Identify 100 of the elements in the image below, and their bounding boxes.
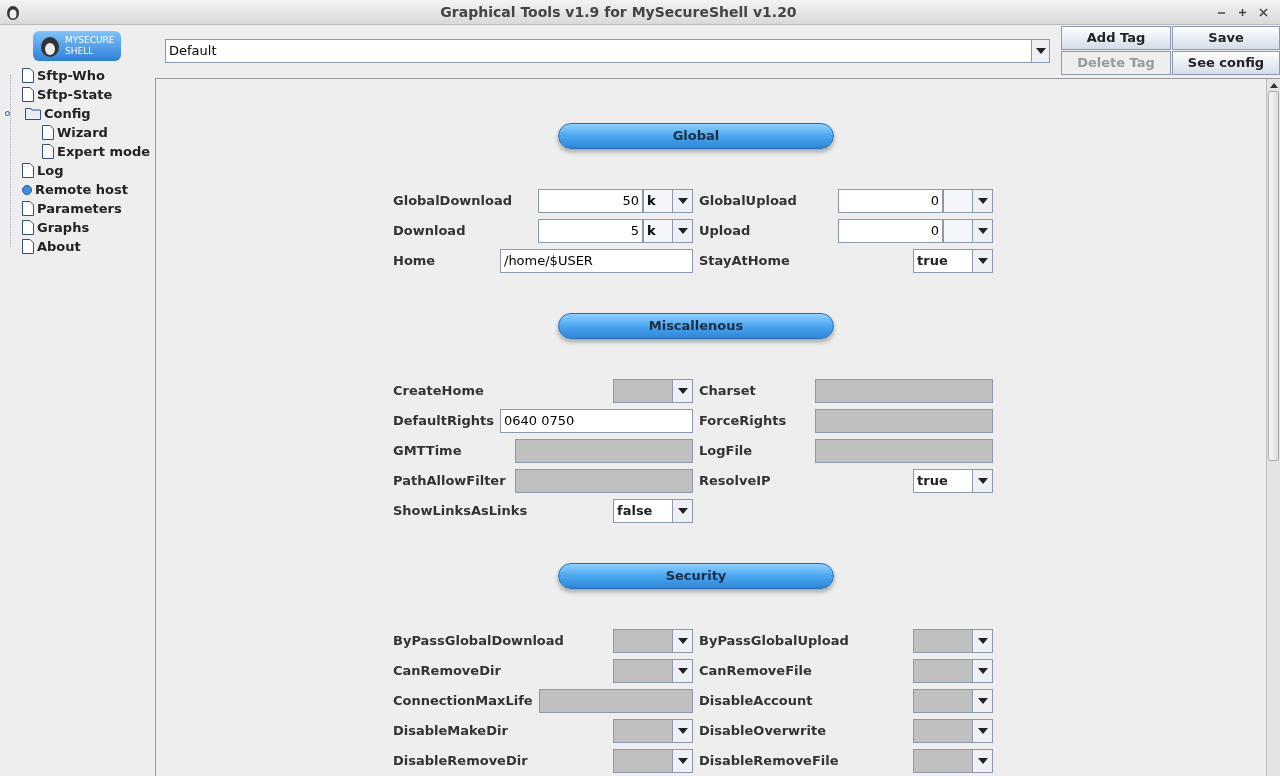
dropdown[interactable] xyxy=(613,629,693,653)
document-icon xyxy=(22,68,34,83)
caret-icon xyxy=(677,198,688,204)
field-label: GMTTime xyxy=(393,442,462,461)
field-label: ForceRights xyxy=(699,412,787,431)
caret-icon xyxy=(977,758,988,764)
field-label: PathAllowFilter xyxy=(393,472,506,491)
field-label: Home xyxy=(393,252,436,271)
caret-icon xyxy=(977,698,988,704)
document-icon xyxy=(42,125,54,140)
caret-icon xyxy=(977,478,988,484)
text-field[interactable] xyxy=(538,689,693,713)
text-field[interactable]: /home/$USER xyxy=(500,249,693,273)
text-field[interactable]: 0640 0750 xyxy=(500,409,693,433)
field-label: CanRemoveFile xyxy=(699,662,812,681)
caret-icon xyxy=(677,668,688,674)
tree-item[interactable]: Parameters xyxy=(37,198,122,219)
text-field[interactable] xyxy=(815,409,993,433)
caret-icon xyxy=(677,638,688,644)
unit-dropdown[interactable]: k xyxy=(643,219,693,243)
tree-item[interactable]: About xyxy=(37,236,81,257)
document-icon xyxy=(22,201,34,216)
field-label: ByPassGlobalUpload xyxy=(699,632,849,651)
unit-dropdown[interactable] xyxy=(943,219,993,243)
section-header: Global xyxy=(558,123,834,149)
caret-icon xyxy=(677,388,688,394)
tree-item[interactable]: Wizard xyxy=(57,122,108,143)
dropdown[interactable] xyxy=(613,719,693,743)
text-field[interactable] xyxy=(515,439,693,463)
number-field[interactable]: 50 xyxy=(538,189,643,213)
field-label: DisableRemoveDir xyxy=(393,752,528,771)
window-title: Graphical Tools v1.9 for MySecureShell v1.20 xyxy=(439,2,798,22)
field-label: DisableOverwrite xyxy=(699,722,826,741)
field-label: DefaultRights xyxy=(393,412,494,431)
expand-handle-icon[interactable] xyxy=(5,111,10,116)
text-field[interactable] xyxy=(515,469,693,493)
dropdown[interactable] xyxy=(913,689,993,713)
toolbar-button[interactable]: Add Tag xyxy=(1061,26,1171,50)
caret-icon xyxy=(1035,48,1046,54)
dropdown[interactable] xyxy=(913,749,993,773)
folder-icon xyxy=(25,107,41,120)
document-icon xyxy=(22,220,34,235)
field-label: DisableMakeDir xyxy=(393,722,508,741)
text-field[interactable] xyxy=(815,439,993,463)
caret-icon xyxy=(977,638,988,644)
dropdown[interactable]: false xyxy=(613,499,693,523)
toolbar-button[interactable]: Save xyxy=(1172,26,1280,50)
dropdown[interactable] xyxy=(913,659,993,683)
field-label: LogFile xyxy=(699,442,753,461)
dropdown[interactable] xyxy=(913,629,993,653)
field-label: DisableAccount xyxy=(699,692,813,711)
maximize-icon[interactable] xyxy=(1238,7,1247,17)
field-label: ByPassGlobalDownload xyxy=(393,632,564,651)
caret-icon xyxy=(677,508,688,514)
document-icon xyxy=(22,163,34,178)
number-field[interactable]: 0 xyxy=(838,189,943,213)
toolbar-button[interactable]: See config xyxy=(1172,51,1280,75)
section-header: Security xyxy=(558,563,834,589)
number-field[interactable]: 0 xyxy=(838,219,943,243)
caret-icon xyxy=(977,228,988,234)
scrollbar[interactable] xyxy=(1266,79,1280,776)
caret-icon xyxy=(977,198,988,204)
unit-dropdown[interactable] xyxy=(943,189,993,213)
caret-icon xyxy=(677,728,688,734)
field-label: Charset xyxy=(699,382,756,401)
document-icon xyxy=(22,87,34,102)
unit-dropdown[interactable]: k xyxy=(643,189,693,213)
caret-icon xyxy=(677,758,688,764)
field-label: Upload xyxy=(699,222,751,241)
field-label: ShowLinksAsLinks xyxy=(393,502,528,521)
tree-item[interactable]: Log xyxy=(37,160,64,181)
field-label: GlobalDownload xyxy=(393,192,513,211)
tree-item[interactable]: Expert mode xyxy=(57,141,151,162)
scroll-up-arrow-icon[interactable] xyxy=(1269,82,1278,88)
tree-item[interactable]: Config xyxy=(44,103,91,124)
tree-item[interactable]: Sftp-State xyxy=(37,84,113,105)
close-icon[interactable] xyxy=(1259,7,1268,17)
number-field[interactable]: 5 xyxy=(538,219,643,243)
tree-item[interactable]: Remote host xyxy=(35,179,128,200)
caret-icon xyxy=(977,668,988,674)
field-label: ConnectionMaxLife xyxy=(393,692,533,711)
tree-item[interactable]: Sftp-Who xyxy=(37,65,105,86)
text-field[interactable] xyxy=(815,379,993,403)
dropdown[interactable]: true xyxy=(913,249,993,273)
logo: MYSECURE SHELL xyxy=(33,31,121,61)
dropdown[interactable] xyxy=(613,379,693,403)
document-icon xyxy=(22,239,34,254)
dropdown[interactable] xyxy=(613,659,693,683)
dropdown[interactable] xyxy=(613,749,693,773)
field-label: DisableRemoveFile xyxy=(699,752,839,771)
field-label: StayAtHome xyxy=(699,252,790,271)
field-label: ResolveIP xyxy=(699,472,771,491)
dropdown[interactable] xyxy=(913,719,993,743)
caret-icon xyxy=(977,728,988,734)
tree-item[interactable]: Graphs xyxy=(37,217,90,238)
document-icon xyxy=(42,144,54,159)
tag-dropdown[interactable]: Default xyxy=(165,39,1050,63)
field-label: Download xyxy=(393,222,466,241)
field-label: GlobalUpload xyxy=(699,192,797,211)
dropdown[interactable]: true xyxy=(913,469,993,493)
